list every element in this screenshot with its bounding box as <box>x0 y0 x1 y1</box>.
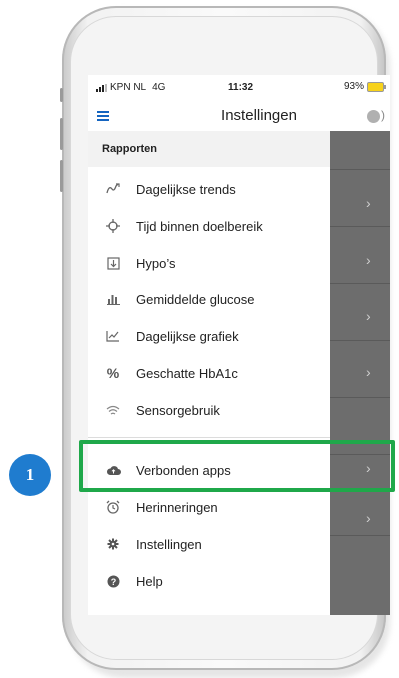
overlay-divider <box>330 226 390 227</box>
menu-item-label: Herinneringen <box>136 499 218 515</box>
dimmed-background[interactable] <box>330 131 390 615</box>
menu-item-instellingen[interactable]: Instellingen <box>88 526 330 562</box>
overlay-divider <box>330 535 390 536</box>
percent-icon: % <box>106 365 120 381</box>
trend-icon <box>104 180 122 198</box>
menu-item-tijd-binnen-doelbereik[interactable]: Tijd binnen doelbereik <box>88 208 330 244</box>
drawer-divider <box>88 437 330 438</box>
line-chart-icon <box>104 327 122 345</box>
menu-item-label: Tijd binnen doelbereik <box>136 218 263 234</box>
app-header: Instellingen <box>88 99 390 131</box>
crosshair-icon <box>104 217 122 235</box>
wifi-icon <box>104 401 122 419</box>
menu-item-label: Help <box>136 573 163 589</box>
drawer-section-header: Rapporten <box>88 131 330 167</box>
overlay-divider <box>330 169 390 170</box>
carrier-info: KPN NL 4G <box>96 82 165 93</box>
page-title: Instellingen <box>221 107 297 124</box>
phone-volume-down <box>60 160 63 192</box>
section-label: Rapporten <box>102 143 157 155</box>
navigation-drawer: Rapporten Dagelijkse trends Tijd binnen … <box>88 131 330 615</box>
menu-item-label: Dagelijkse trends <box>136 181 236 197</box>
phone-side-button <box>60 88 63 102</box>
menu-item-label: Sensorgebruik <box>136 402 220 418</box>
menu-item-label: Geschatte HbA1c <box>136 365 238 381</box>
status-bar: KPN NL 4G 11:32 93% <box>88 75 390 99</box>
menu-item-geschatte-hba1c[interactable]: % Geschatte HbA1c <box>88 355 330 391</box>
menu-item-label: Dagelijkse grafiek <box>136 328 239 344</box>
menu-item-label: Gemiddelde glucose <box>136 291 255 307</box>
battery-percent: 93% <box>343 81 364 92</box>
chevron-right-icon: › <box>366 308 371 324</box>
alarm-clock-icon <box>104 498 122 516</box>
svg-text:?: ? <box>110 577 116 587</box>
overlay-divider <box>330 340 390 341</box>
battery-icon <box>367 81 386 92</box>
phone-volume-up <box>60 118 63 150</box>
sensor-sound-icon[interactable] <box>367 108 385 123</box>
network-type: 4G <box>152 82 166 93</box>
chevron-right-icon: › <box>366 252 371 268</box>
gear-icon <box>104 535 122 553</box>
menu-item-herinneringen[interactable]: Herinneringen <box>88 489 330 525</box>
chevron-right-icon: › <box>366 364 371 380</box>
menu-item-label: Instellingen <box>136 536 202 552</box>
overlay-divider <box>330 283 390 284</box>
app-screen: KPN NL 4G 11:32 93% Instellingen › › › ›… <box>88 75 390 615</box>
signal-icon <box>96 83 107 92</box>
menu-item-label: Hypo’s <box>136 255 176 271</box>
menu-item-help[interactable]: ? Help <box>88 563 330 599</box>
chevron-right-icon: › <box>366 195 371 211</box>
overlay-divider <box>330 397 390 398</box>
chevron-right-icon: › <box>366 510 371 526</box>
menu-item-dagelijkse-trends[interactable]: Dagelijkse trends <box>88 171 330 207</box>
menu-item-sensorgebruik[interactable]: Sensorgebruik <box>88 392 330 428</box>
menu-item-gemiddelde-glucose[interactable]: Gemiddelde glucose <box>88 281 330 317</box>
status-time: 11:32 <box>228 82 254 93</box>
menu-item-dagelijkse-grafiek[interactable]: Dagelijkse grafiek <box>88 318 330 354</box>
hypo-icon <box>104 254 122 272</box>
menu-item-hypos[interactable]: Hypo’s <box>88 245 330 281</box>
carrier-name: KPN NL <box>110 82 147 93</box>
highlight-box <box>79 440 395 492</box>
bar-chart-icon <box>104 290 122 308</box>
battery-status: 93% <box>343 81 386 92</box>
help-icon: ? <box>104 572 122 590</box>
step-number-badge: 1 <box>9 454 51 496</box>
